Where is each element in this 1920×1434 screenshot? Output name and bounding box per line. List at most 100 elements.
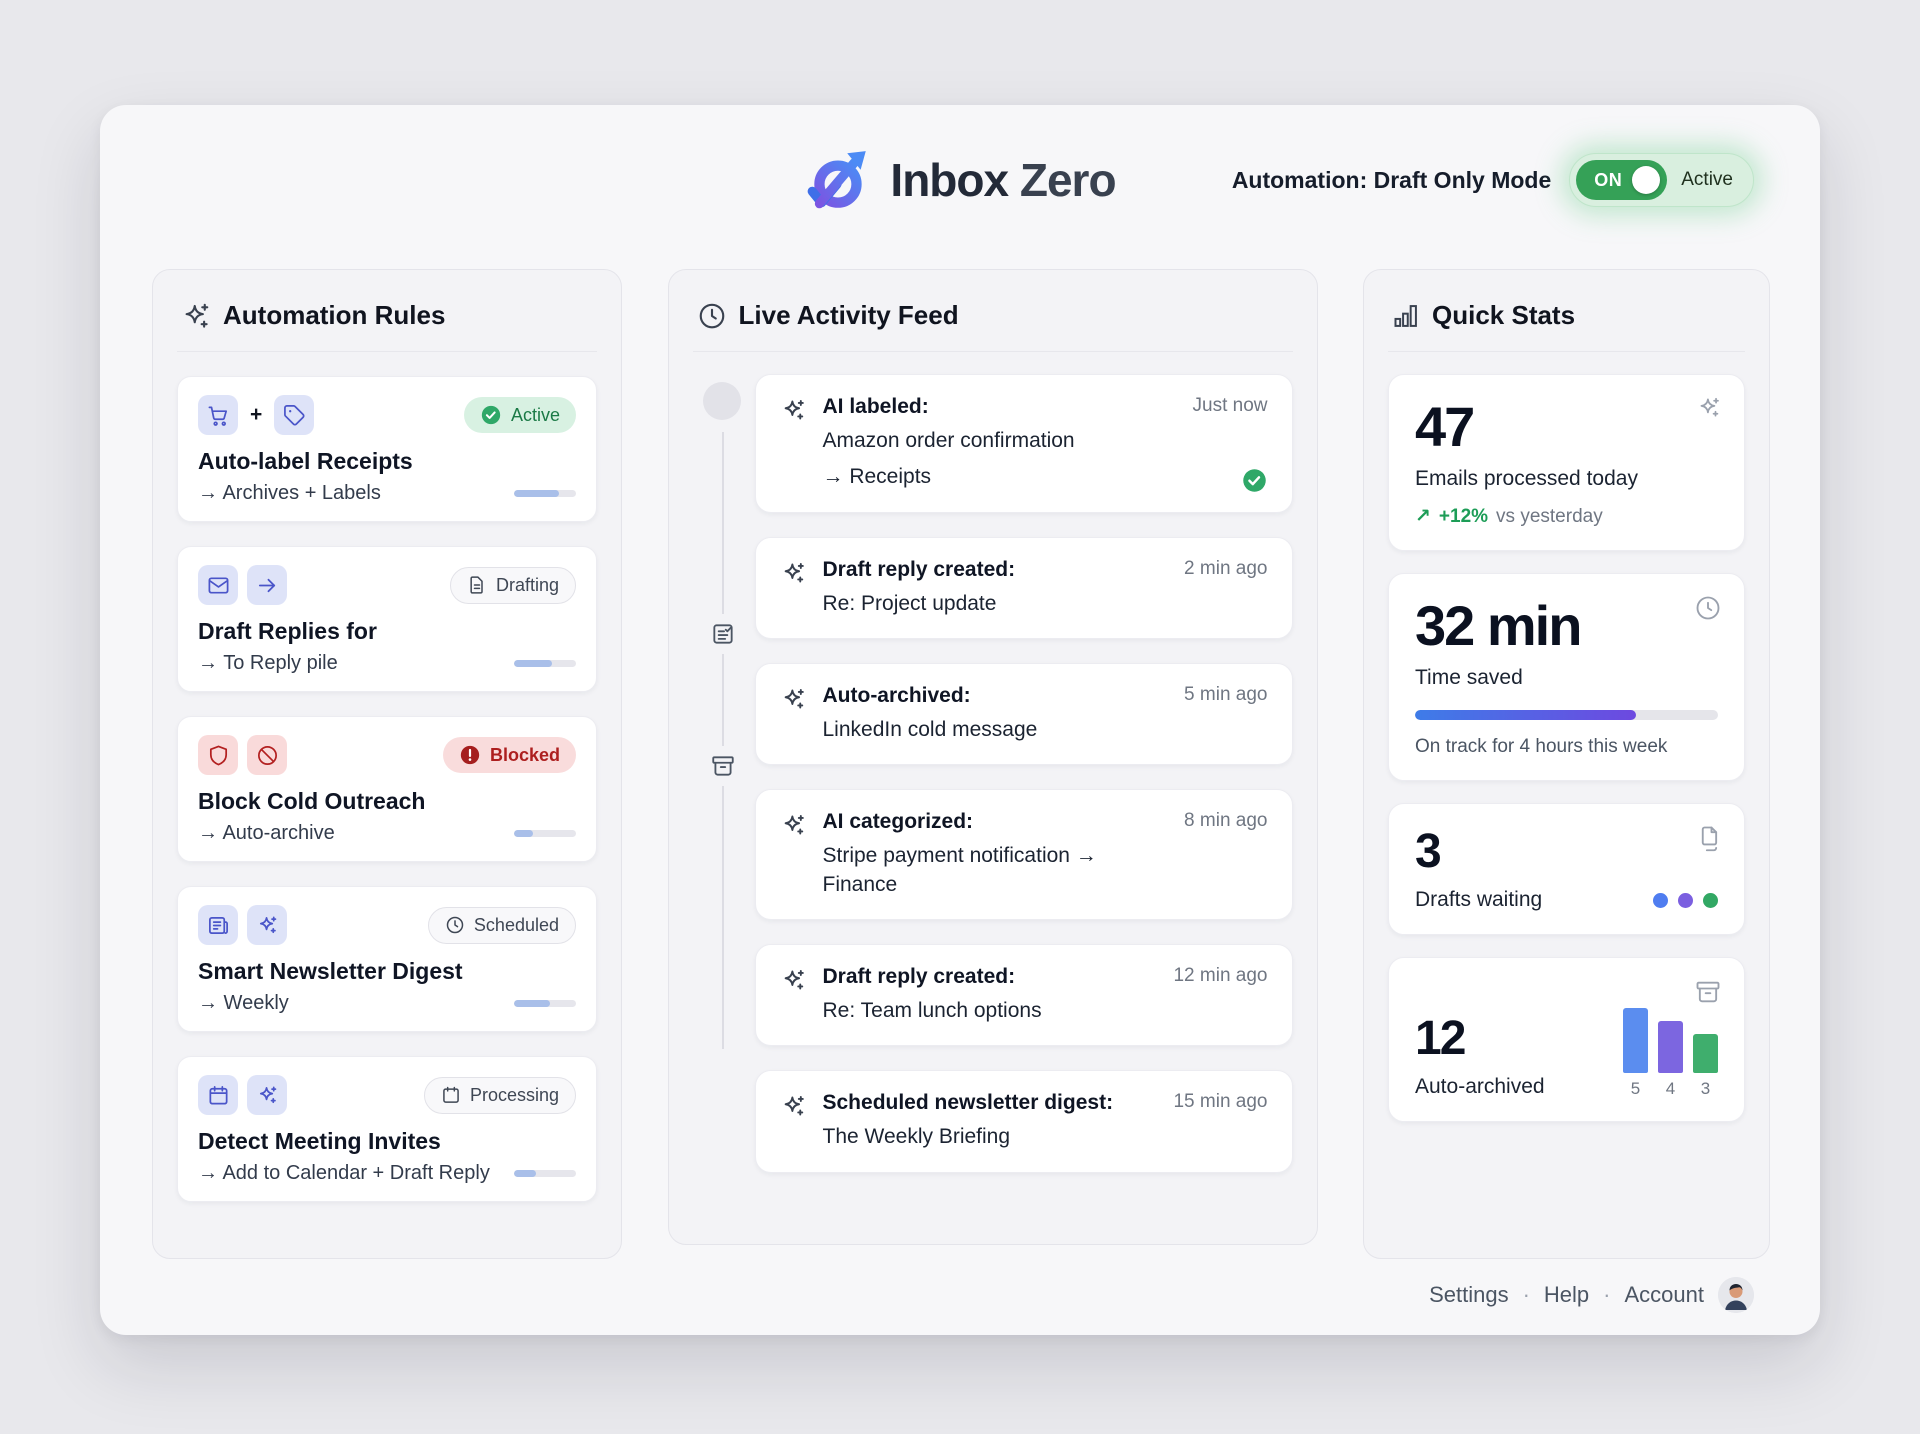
- stat-label: Emails processed today: [1415, 467, 1718, 491]
- help-link[interactable]: Help: [1544, 1282, 1589, 1308]
- rule-card-auto-label-receipts[interactable]: + Active Auto-label Receipts → Archives …: [177, 376, 597, 522]
- bar-green: [1693, 1034, 1718, 1073]
- automation-toggle[interactable]: ON Active: [1569, 153, 1754, 207]
- feed-detail: Re: Team lunch options: [823, 997, 1158, 1025]
- rule-progress-bar: [514, 660, 576, 667]
- trend-value: +12%: [1439, 506, 1488, 528]
- feed-action: Scheduled newsletter digest:: [823, 1091, 1158, 1115]
- header: Inbox Zero Automation: Draft Only Mode O…: [100, 105, 1820, 255]
- stat-value: 32 min: [1415, 598, 1718, 654]
- footer-separator: ·: [1523, 1282, 1530, 1308]
- alert-circle-icon: [459, 744, 481, 766]
- bar-label: 4: [1666, 1079, 1675, 1099]
- rule-icons: [198, 735, 287, 775]
- settings-link[interactable]: Settings: [1429, 1282, 1509, 1308]
- rule-card-block-cold-outreach[interactable]: Blocked Block Cold Outreach → Auto-archi…: [177, 716, 597, 862]
- feed-action: Auto-archived:: [823, 684, 1169, 708]
- feed-item-draft-reply-team-lunch[interactable]: Draft reply created: Re: Team lunch opti…: [755, 944, 1293, 1046]
- timeline-node-circle: [703, 382, 741, 420]
- user-avatar[interactable]: [1718, 1277, 1754, 1313]
- rule-action: → To Reply pile: [198, 652, 338, 675]
- sparkles-icon: [247, 905, 287, 945]
- timeline-line: [722, 432, 724, 1049]
- automation-control: Automation: Draft Only Mode ON Active: [1232, 153, 1754, 207]
- toggle-status-label: Active: [1681, 169, 1733, 191]
- sparkles-icon: [780, 967, 807, 994]
- main-columns: Automation Rules +: [100, 255, 1820, 1259]
- clock-icon: [445, 915, 465, 935]
- rule-card-detect-meeting-invites[interactable]: Processing Detect Meeting Invites → Add …: [177, 1056, 597, 1202]
- mail-icon: [198, 565, 238, 605]
- newspaper-icon: [198, 905, 238, 945]
- ban-icon: [247, 735, 287, 775]
- rule-action: → Add to Calendar + Draft Reply: [198, 1162, 490, 1185]
- feed-action: AI categorized:: [823, 810, 1169, 834]
- rule-card-draft-replies[interactable]: Drafting Draft Replies for → To Reply pi…: [177, 546, 597, 692]
- automation-mode-label: Automation: Draft Only Mode: [1232, 167, 1551, 194]
- bar-purple: [1658, 1021, 1683, 1073]
- toggle-switch[interactable]: ON: [1576, 160, 1667, 200]
- sparkles-icon: [780, 1093, 807, 1120]
- sparkles-icon: [780, 397, 807, 424]
- stat-card-auto-archived[interactable]: 12 Auto-archived 5 4: [1388, 957, 1745, 1122]
- rule-action: → Archives + Labels: [198, 482, 381, 505]
- feed-item-auto-archived[interactable]: Auto-archived: LinkedIn cold message 5 m…: [755, 663, 1293, 765]
- stat-card-emails-processed[interactable]: 47 Emails processed today ↗ +12% vs yest…: [1388, 374, 1745, 551]
- account-link[interactable]: Account: [1625, 1282, 1705, 1308]
- stat-value: 47: [1415, 399, 1718, 455]
- rule-title: Block Cold Outreach: [198, 788, 576, 815]
- stat-card-time-saved[interactable]: 32 min Time saved On track for 4 hours t…: [1388, 573, 1745, 781]
- app-title: Inbox Zero: [890, 153, 1115, 207]
- inbox-zero-logo-icon: [804, 145, 874, 215]
- feed-item-ai-categorized[interactable]: AI categorized: Stripe payment notificat…: [755, 789, 1293, 920]
- check-circle-icon: [480, 404, 502, 426]
- status-badge-scheduled: Scheduled: [428, 907, 576, 944]
- stat-value: 12: [1415, 1015, 1545, 1063]
- stat-trend: ↗ +12% vs yesterday: [1415, 505, 1718, 528]
- feed-timestamp: 2 min ago: [1184, 558, 1267, 618]
- rule-card-smart-newsletter-digest[interactable]: Scheduled Smart Newsletter Digest → Week…: [177, 886, 597, 1032]
- sparkles-icon: [780, 812, 807, 839]
- shield-icon: [198, 735, 238, 775]
- rules-panel-header: Automation Rules: [177, 294, 597, 352]
- clock-icon: [697, 301, 727, 331]
- feed-item-draft-reply-project-update[interactable]: Draft reply created: Re: Project update …: [755, 537, 1293, 639]
- check-circle-icon: [1241, 467, 1268, 494]
- archive-icon: [1694, 978, 1722, 1006]
- feed-detail-target: → Receipts: [823, 463, 1177, 491]
- arrow-right-icon: [247, 565, 287, 605]
- feed-detail: Re: Project update: [823, 590, 1169, 618]
- feed-action: AI labeled:: [823, 395, 1177, 419]
- status-badge-drafting: Drafting: [450, 567, 576, 604]
- feed-item-scheduled-newsletter[interactable]: Scheduled newsletter digest: The Weekly …: [755, 1070, 1293, 1172]
- feed-action: Draft reply created:: [823, 558, 1169, 582]
- dot-blue: [1653, 893, 1668, 908]
- feed-detail: Amazon order confirmation: [823, 427, 1177, 455]
- rule-progress-bar: [514, 830, 576, 837]
- toggle-knob[interactable]: [1632, 166, 1660, 194]
- shopping-cart-icon: [198, 395, 238, 435]
- dot-green: [1703, 893, 1718, 908]
- feed-item-ai-labeled[interactable]: AI labeled: Amazon order confirmation → …: [755, 374, 1293, 513]
- stat-label: Time saved: [1415, 666, 1718, 690]
- stats-panel-header: Quick Stats: [1388, 294, 1745, 352]
- draft-note-icon: [707, 614, 739, 654]
- stat-label: Auto-archived: [1415, 1075, 1545, 1099]
- status-badge-active: Active: [464, 397, 576, 433]
- feed-timestamp: 15 min ago: [1173, 1091, 1267, 1151]
- footer-separator: ·: [1603, 1282, 1610, 1308]
- rule-action: → Weekly: [198, 992, 289, 1015]
- trend-note: vs yesterday: [1496, 506, 1603, 528]
- file-text-icon: [467, 575, 487, 595]
- rule-icons: +: [198, 395, 314, 435]
- brand: Inbox Zero: [804, 145, 1115, 215]
- rule-title: Detect Meeting Invites: [198, 1128, 576, 1155]
- feed-detail: LinkedIn cold message: [823, 716, 1169, 744]
- stats-panel-title: Quick Stats: [1432, 300, 1575, 331]
- quick-stats-panel: Quick Stats 47 Emails processed today ↗ …: [1363, 269, 1770, 1259]
- archive-icon: [707, 746, 739, 786]
- stat-card-drafts-waiting[interactable]: 3 Drafts waiting: [1388, 803, 1745, 935]
- feed-detail: Stripe payment notification → Finance: [823, 842, 1169, 899]
- bar-label: 5: [1631, 1079, 1640, 1099]
- bar-chart-icon: [1392, 302, 1420, 330]
